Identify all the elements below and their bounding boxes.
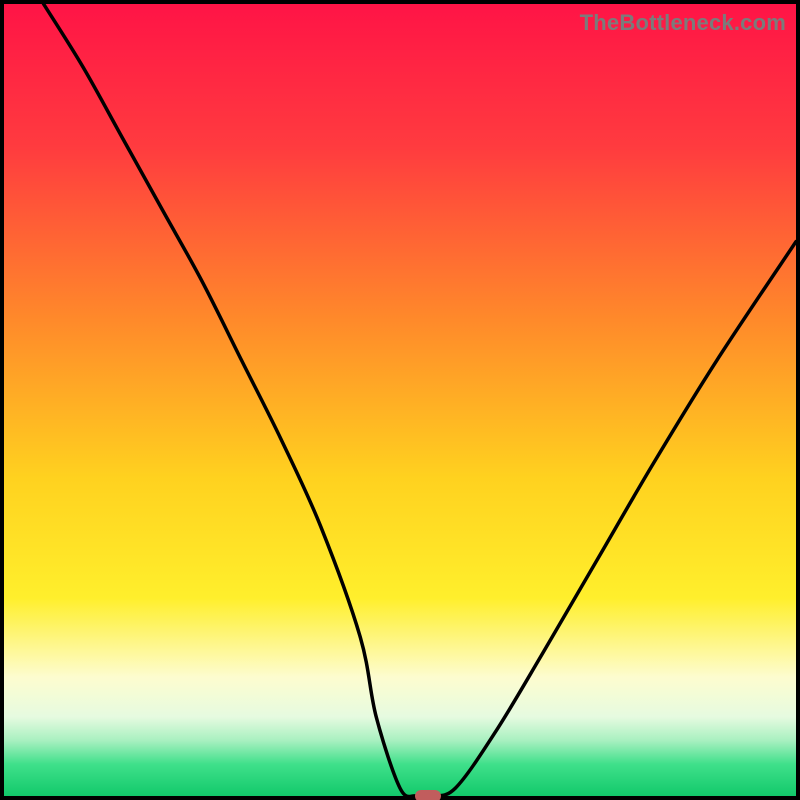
gradient-background	[4, 4, 796, 796]
watermark-text: TheBottleneck.com	[580, 10, 786, 36]
chart-frame: TheBottleneck.com	[0, 0, 800, 800]
optimal-marker	[415, 790, 441, 800]
